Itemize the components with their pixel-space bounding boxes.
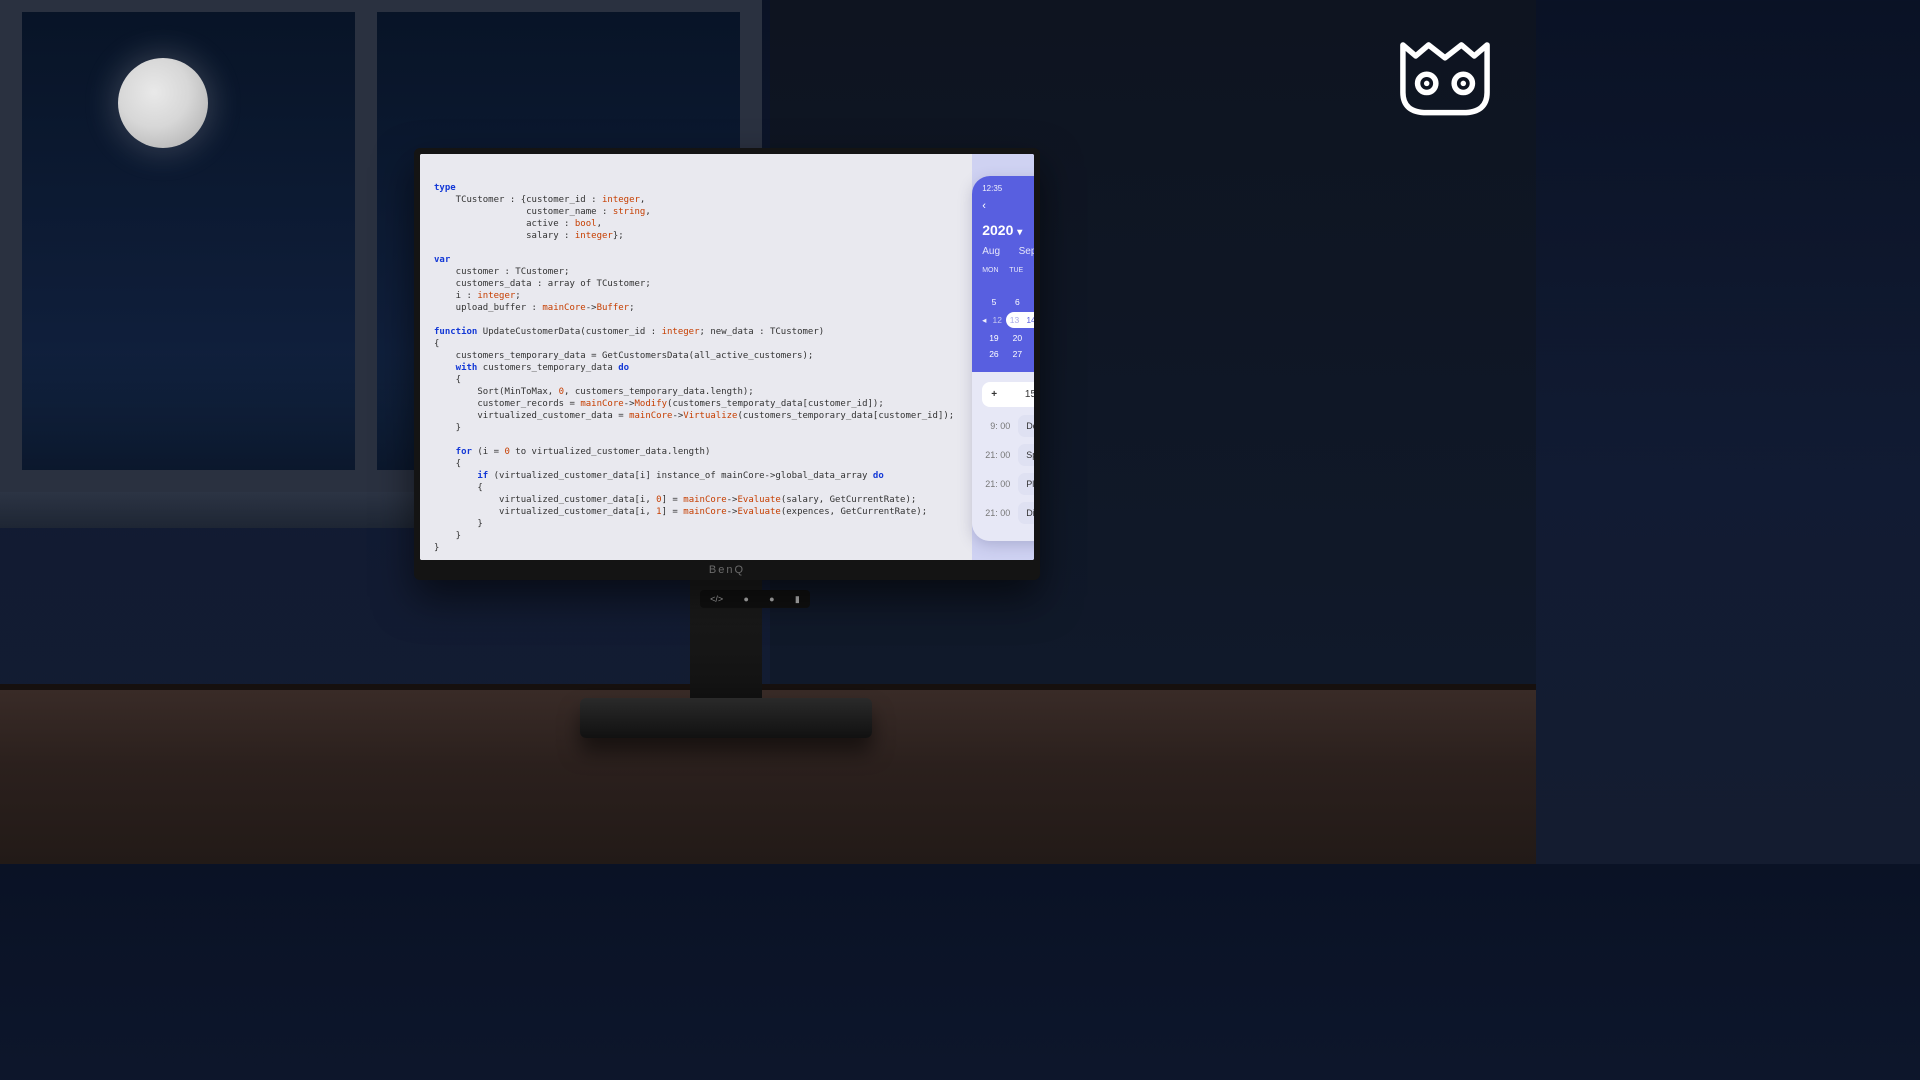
dot-icon: ●	[743, 594, 748, 604]
calendar-day[interactable]: 27	[1006, 346, 1029, 362]
phone-body: + 15 October 2020 ⋮ 9: 00Do exercises✓21…	[972, 372, 1034, 541]
task-time: 21: 00	[982, 479, 1010, 489]
monitor-base	[580, 698, 872, 738]
calendar-day[interactable]: 12	[988, 315, 1006, 325]
calendar-day[interactable]	[1029, 278, 1034, 294]
task-time: 9: 00	[982, 421, 1010, 431]
screen: type TCustomer : {customer_id : integer,…	[420, 154, 1034, 560]
calendar-day[interactable]: 20	[1006, 330, 1029, 346]
calendar-day[interactable]: 7	[1029, 294, 1034, 310]
task-label[interactable]: Spanish lessons	[1018, 444, 1034, 466]
task-time: 21: 00	[982, 450, 1010, 460]
calendar-day[interactable]: 28	[1029, 346, 1034, 362]
calendar-day[interactable]: 6	[1006, 294, 1029, 310]
phone-preview-pane: 12:35 ▲ ▇ ▇ ‹ To-do list ⚙ 2020 ▾ 🔍 🔔	[972, 154, 1034, 560]
task-row: 9: 00Do exercises✓	[982, 415, 1034, 437]
phone-mockup: 12:35 ▲ ▇ ▇ ‹ To-do list ⚙ 2020 ▾ 🔍 🔔	[972, 176, 1034, 541]
task-row: 21: 00Playing tennis✓	[982, 473, 1034, 495]
calendar-day[interactable]: 13	[1006, 315, 1023, 325]
task-label[interactable]: Dinner with Catherine	[1018, 502, 1034, 524]
phone-header: 12:35 ▲ ▇ ▇ ‹ To-do list ⚙ 2020 ▾ 🔍 🔔	[972, 176, 1034, 372]
task-list: 9: 00Do exercises✓21: 00Spanish lessons✓…	[982, 415, 1034, 524]
code-editor-pane: type TCustomer : {customer_id : integer,…	[420, 154, 972, 560]
phone-status-bar: 12:35 ▲ ▇ ▇	[982, 184, 1034, 193]
calendar-day[interactable]	[982, 278, 1005, 294]
task-time: 21: 00	[982, 508, 1010, 518]
add-icon[interactable]: +	[991, 389, 997, 400]
prev-week-icon[interactable]: ◂	[980, 315, 988, 326]
calendar-day[interactable]: 26	[982, 346, 1005, 362]
selected-date: 15 October 2020	[1025, 389, 1034, 400]
monitor-control-bar: </> ● ● ▮	[700, 590, 810, 608]
year-label[interactable]: 2020	[982, 222, 1013, 238]
calendar-day[interactable]: 14	[1023, 315, 1034, 325]
mic-icon: ▮	[795, 594, 800, 605]
calendar-day[interactable]: 5	[982, 294, 1005, 310]
month-tab[interactable]: Sept	[1019, 246, 1034, 259]
calendar-day[interactable]: 19	[982, 330, 1005, 346]
chevron-down-icon[interactable]: ▾	[1017, 227, 1022, 238]
code-icon: </>	[710, 594, 723, 604]
moon	[118, 58, 208, 148]
calendar-day[interactable]	[1006, 278, 1029, 294]
month-tabs[interactable]: AugSeptOctNovDec	[982, 246, 1034, 259]
monitor: BenQ type TCustomer : {customer_id : int…	[414, 148, 1040, 580]
month-tab[interactable]: Aug	[982, 246, 1000, 259]
task-row: 21: 00 Dinner with Catherine	[982, 502, 1034, 524]
calendar-grid[interactable]: 1234567891011◂12131415161718▸19202122232…	[982, 278, 1034, 362]
code-block: type TCustomer : {customer_id : integer,…	[434, 182, 954, 560]
monitor-brand: BenQ	[709, 564, 745, 576]
task-label[interactable]: Do exercises	[1018, 415, 1034, 437]
task-row: 21: 00Spanish lessons✓	[982, 444, 1034, 466]
task-label[interactable]: Playing tennis	[1018, 473, 1034, 495]
dot-icon: ●	[769, 594, 774, 604]
status-time: 12:35	[982, 184, 1002, 193]
owl-logo-icon	[1390, 34, 1500, 120]
day-of-week-row: MONTUEWEDTHUFRISATSUN	[982, 267, 1034, 274]
calendar-day[interactable]: 21	[1029, 330, 1034, 346]
app-title: To-do list	[986, 200, 1034, 212]
date-header-row: + 15 October 2020 ⋮	[982, 382, 1034, 407]
